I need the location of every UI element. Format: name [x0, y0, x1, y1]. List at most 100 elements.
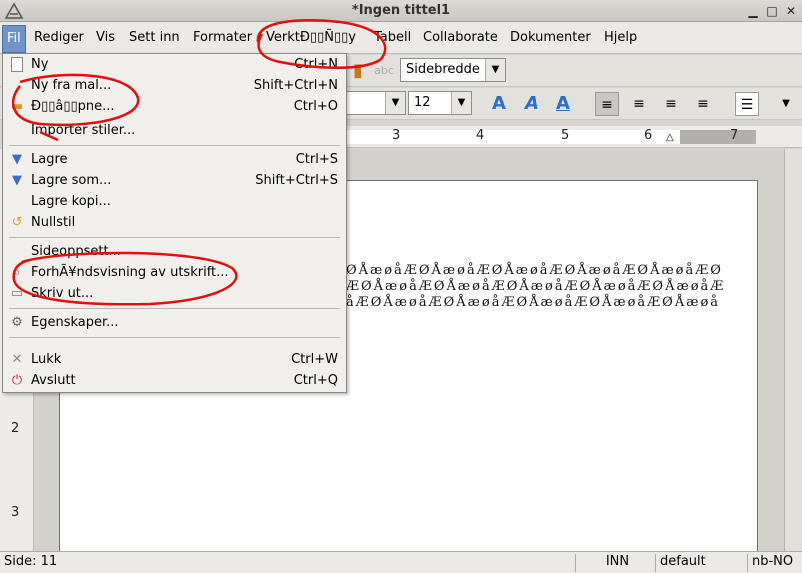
menu-item-label: Ny fra mal...: [31, 78, 112, 93]
menu-tabell[interactable]: Tabell: [374, 30, 411, 45]
menu-item-print-preview[interactable]: ⌕ ForhÃ¥ndsvisning av utskrift...: [3, 263, 346, 284]
print-preview-icon: ⌕: [13, 265, 21, 280]
title-bar: *Ingen tittel1 ▁ □ ✕: [0, 0, 802, 22]
quit-icon: ⏻: [11, 373, 23, 388]
align-left-icon[interactable]: ≡: [595, 92, 619, 116]
open-folder-icon: ▬: [10, 99, 24, 114]
save-icon: ▼: [12, 152, 22, 167]
menu-item-label: Avslutt: [31, 373, 76, 388]
menu-vis[interactable]: Vis: [96, 30, 115, 45]
menu-item-shortcut: Ctrl+W: [291, 352, 338, 367]
spellcheck-icon[interactable]: abc: [372, 59, 396, 83]
status-language[interactable]: nb-NO: [747, 554, 802, 572]
align-center-icon[interactable]: ≡: [627, 92, 651, 116]
menu-item-quit[interactable]: ⏻ Avslutt Ctrl+Q: [3, 371, 346, 392]
ruler-number: 5: [561, 128, 570, 143]
ruler-number: 3: [392, 128, 401, 143]
close-window-icon[interactable]: ✕: [783, 3, 799, 19]
chevron-down-icon[interactable]: ▼: [485, 59, 505, 81]
chevron-down-icon[interactable]: ▼: [451, 92, 471, 114]
menubar: Fil Rediger Vis Sett inn Formater VerktÐ…: [0, 22, 802, 54]
save-as-icon: ▼: [12, 173, 22, 188]
document-line: ÆØÅæøåÆØÅæøåÆØÅæøåÆØÅæøåÆØÅæøåÆ: [346, 279, 726, 294]
chevron-down-icon[interactable]: ▼: [385, 92, 405, 114]
menu-item-label: Lukk: [31, 352, 62, 367]
italic-icon[interactable]: A: [520, 92, 544, 116]
properties-icon: ⚙: [11, 315, 23, 330]
chevron-down-icon[interactable]: ▼: [774, 92, 798, 116]
align-right-icon[interactable]: ≡: [659, 92, 683, 116]
close-icon: ✕: [11, 352, 23, 367]
ruler-number: 6: [644, 128, 653, 143]
menu-collaborate[interactable]: Collaborate: [423, 30, 498, 45]
ruler-number: 4: [476, 128, 485, 143]
document-line: ØÅæøåÆØÅæøåÆØÅæøåÆØÅæøåÆØÅæøåÆØ: [346, 263, 723, 278]
tab-stop-icon[interactable]: △: [666, 132, 674, 143]
menu-item-label: Lagre kopi...: [31, 194, 111, 209]
menu-item-shortcut: Ctrl+S: [295, 152, 338, 167]
new-document-icon: [11, 57, 23, 72]
menu-item-shortcut: Ctrl+O: [293, 99, 338, 114]
minimize-icon[interactable]: ▁: [745, 3, 761, 19]
menu-item-label: Lagre som...: [31, 173, 112, 188]
ruler-number: 7: [730, 128, 739, 143]
menu-sett-inn[interactable]: Sett inn: [129, 30, 180, 45]
menu-item-revert[interactable]: ↺ Nullstil: [3, 213, 346, 234]
menu-item-label: Lagre: [31, 152, 68, 167]
menu-item-shortcut: Shift+Ctrl+N: [253, 78, 338, 93]
status-bar: Side: 11 INN default nb-NO: [0, 551, 802, 573]
font-name-combo[interactable]: ▼: [346, 91, 406, 115]
window-title: *Ingen tittel1: [351, 3, 451, 18]
menu-separator: [9, 337, 340, 338]
status-insert-mode[interactable]: INN: [575, 554, 655, 572]
menu-item-save-as[interactable]: ▼ Lagre som... Shift+Ctrl+S: [3, 171, 346, 192]
font-size-value: 12: [414, 95, 431, 110]
print-icon: ▭: [10, 286, 24, 301]
menu-item-label: Ny: [31, 57, 49, 72]
numbering-icon[interactable]: ☰: [735, 92, 759, 116]
menu-item-label: Ð▯▯â▯▯pne...: [31, 99, 115, 114]
menu-item-label: Sideoppsett...: [31, 244, 121, 259]
status-style[interactable]: default: [655, 554, 747, 572]
vruler-number: 3: [11, 505, 20, 520]
draw-icon[interactable]: ▮: [346, 59, 370, 83]
menu-item-new-from-template[interactable]: Ny fra mal... Shift+Ctrl+N: [3, 76, 346, 97]
menu-item-shortcut: Ctrl+N: [294, 57, 338, 72]
menu-verktoy[interactable]: VerktÐ▯▯Ñ▯▯y: [266, 30, 356, 45]
menu-separator: [9, 308, 340, 309]
menu-item-open[interactable]: ▬ Ð▯▯â▯▯pne... Ctrl+O: [3, 97, 346, 118]
menu-item-import-styles[interactable]: Importer stiler...: [3, 121, 346, 142]
menu-item-shortcut: Shift+Ctrl+S: [255, 173, 338, 188]
ruler-margin: [680, 130, 756, 144]
menu-item-save-copy[interactable]: Lagre kopi...: [3, 192, 346, 213]
menu-hjelp[interactable]: Hjelp: [604, 30, 637, 45]
maximize-icon[interactable]: □: [764, 3, 780, 19]
menu-formater[interactable]: Formater: [193, 30, 252, 45]
revert-icon: ↺: [11, 215, 23, 230]
menu-separator: [9, 237, 340, 238]
font-size-combo[interactable]: 12 ▼: [408, 91, 472, 115]
menu-item-label: ForhÃ¥ndsvisning av utskrift...: [31, 265, 229, 280]
vertical-scrollbar[interactable]: [784, 149, 802, 551]
menu-dokumenter[interactable]: Dokumenter: [510, 30, 591, 45]
justify-icon[interactable]: ≡: [691, 92, 715, 116]
menu-item-print[interactable]: ▭ Skriv ut...: [3, 284, 346, 305]
vruler-number: 2: [11, 421, 20, 436]
menu-item-properties[interactable]: ⚙ Egenskaper...: [3, 313, 346, 334]
zoom-combo[interactable]: Sidebredde ▼: [400, 58, 506, 82]
menu-rediger[interactable]: Rediger: [34, 30, 84, 45]
menu-item-page-setup[interactable]: Sideoppsett...: [3, 242, 346, 263]
zoom-value: Sidebredde: [406, 62, 480, 77]
bold-icon[interactable]: A: [487, 92, 511, 116]
menu-item-save[interactable]: ▼ Lagre Ctrl+S: [3, 150, 346, 171]
file-menu: Ny Ctrl+N Ny fra mal... Shift+Ctrl+N ▬ Ð…: [2, 53, 347, 393]
menu-item-new[interactable]: Ny Ctrl+N: [3, 55, 346, 76]
menu-item-shortcut: Ctrl+Q: [293, 373, 338, 388]
horizontal-ruler[interactable]: 3 4 5 6 7 △: [346, 126, 802, 148]
underline-icon[interactable]: A: [551, 92, 575, 116]
menu-item-label: Nullstil: [31, 215, 76, 230]
menu-fil[interactable]: Fil: [2, 25, 26, 53]
menu-item-label: Importer stiler...: [31, 123, 136, 138]
menu-item-close[interactable]: ✕ Lukk Ctrl+W: [3, 350, 346, 371]
status-page: Side: 11: [4, 554, 58, 569]
